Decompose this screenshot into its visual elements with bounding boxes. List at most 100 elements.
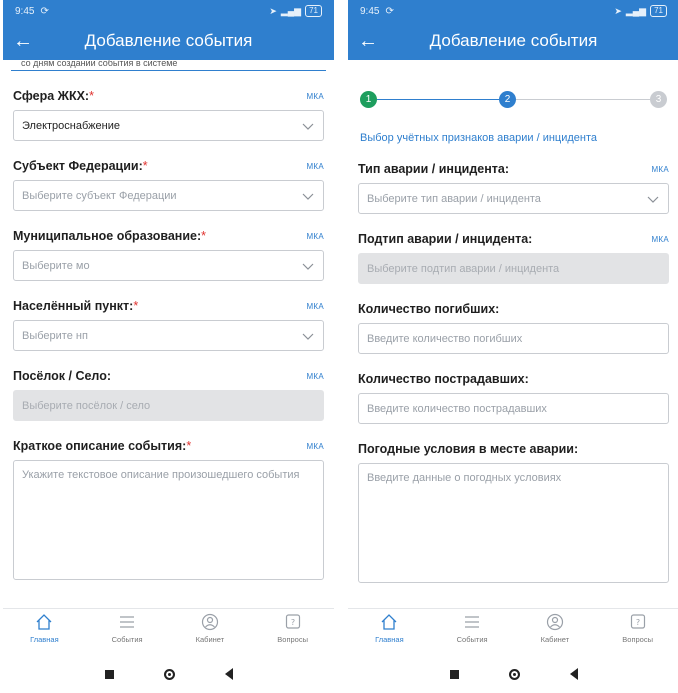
back-arrow-icon[interactable]: ←	[358, 22, 386, 60]
page-title: Добавление события	[84, 31, 253, 50]
sphere-select[interactable]: Электроснабжение	[13, 110, 324, 141]
questions-icon: ?	[630, 614, 645, 629]
required-mark: *	[201, 229, 207, 243]
nav-events[interactable]: События	[92, 613, 162, 644]
dead-count-input[interactable]: Введите количество погибших	[358, 323, 669, 354]
chevron-down-icon	[302, 123, 314, 130]
recent-apps-icon[interactable]	[449, 669, 459, 679]
input-placeholder: Введите количество погибших	[367, 332, 523, 345]
cut-off-text: со дням создании события в системе	[11, 60, 326, 71]
subject-select[interactable]: Выберите субъект Федерации	[13, 180, 324, 211]
textarea-placeholder: Укажите текстовое описание произошедшего…	[22, 469, 300, 481]
battery-icon: 71	[650, 5, 667, 17]
required-mark: *	[89, 89, 94, 103]
municipality-select[interactable]: Выберите мо	[13, 250, 324, 281]
nav-home[interactable]: Главная	[354, 613, 424, 644]
field-label: Сфера ЖКХ:	[13, 89, 90, 103]
field-label: Подтип аварии / инцидента:	[358, 232, 533, 246]
field-label: Погодные условия в месте аварии:	[358, 442, 579, 456]
field-label: Краткое описание события:	[13, 439, 187, 453]
form-content[interactable]: со дням создании события в системе Сфера…	[3, 60, 334, 615]
nav-label: Вопросы	[277, 635, 308, 644]
nav-questions[interactable]: ? Вопросы	[258, 613, 328, 644]
nav-cabinet[interactable]: Кабинет	[175, 613, 245, 644]
step-line-done	[377, 99, 499, 100]
signal-icon: ▂▄▆	[625, 5, 647, 16]
home-icon	[36, 614, 52, 630]
home-button-icon[interactable]	[163, 668, 175, 680]
form-content[interactable]: 1 2 3 Выбор учётных признаков аварии / и…	[348, 60, 678, 615]
select-value: Электроснабжение	[22, 119, 120, 132]
field-label: Количество пострадавших:	[358, 372, 529, 386]
status-bar: 9:45 ⟳ ➤ ▂▄▆ 71	[348, 0, 678, 22]
mka-tag: МКА	[306, 442, 324, 451]
mka-tag: МКА	[651, 235, 669, 244]
nav-home[interactable]: Главная	[9, 613, 79, 644]
nav-label: События	[456, 635, 488, 644]
select-placeholder: Выберите тип аварии / инцидента	[367, 192, 541, 205]
location-icon: ➤	[614, 5, 622, 16]
location-icon: ➤	[269, 5, 277, 16]
description-textarea[interactable]: Укажите текстовое описание произошедшего…	[13, 460, 324, 580]
weather-textarea[interactable]: Введите данные о погодных условиях	[358, 463, 669, 583]
required-mark: *	[133, 299, 139, 313]
home-icon	[381, 614, 397, 630]
profile-icon	[546, 613, 563, 631]
home-button-icon[interactable]	[508, 668, 520, 680]
app-bar: ← Добавление события	[3, 22, 334, 60]
questions-icon: ?	[285, 614, 300, 629]
system-navigation	[348, 655, 678, 693]
nav-label: События	[111, 635, 143, 644]
recent-apps-icon[interactable]	[104, 669, 114, 679]
mka-tag: МКА	[306, 232, 324, 241]
mka-tag: МКА	[306, 92, 324, 101]
mka-tag: МКА	[651, 165, 669, 174]
field-label: Населённый пункт:	[13, 299, 134, 313]
chevron-down-icon	[302, 333, 314, 340]
nav-questions[interactable]: ? Вопросы	[603, 613, 673, 644]
required-mark: *	[186, 439, 192, 453]
section-title: Выбор учётных признаков аварии / инциден…	[360, 132, 598, 144]
profile-icon	[201, 613, 218, 631]
stepper: 1 2 3	[360, 88, 667, 112]
incident-type-select[interactable]: Выберите тип аварии / инцидента	[358, 183, 669, 214]
select-placeholder: Выберите подтип аварии / инцидента	[367, 262, 560, 275]
nav-label: Вопросы	[622, 635, 653, 644]
mka-tag: МКА	[306, 162, 324, 171]
field-label: Субъект Федерации:	[13, 159, 143, 173]
select-placeholder: Выберите субъект Федерации	[22, 189, 177, 202]
field-subject: Субъект Федерации:* МКА Выберите субъект…	[3, 155, 334, 211]
signal-icon: ▂▄▆	[280, 5, 302, 16]
injured-count-input[interactable]: Введите количество пострадавших	[358, 393, 669, 424]
select-placeholder: Выберите нп	[22, 329, 88, 342]
nav-cabinet[interactable]: Кабинет	[520, 613, 590, 644]
bottom-navigation: Главная События Кабинет ? Вопросы	[348, 608, 678, 655]
chevron-down-icon	[647, 196, 659, 203]
field-settlement: Населённый пункт:* МКА Выберите нп	[3, 295, 334, 351]
nav-events[interactable]: События	[437, 613, 507, 644]
field-description: Краткое описание события:* МКА Укажите т…	[3, 435, 334, 580]
system-back-icon[interactable]	[569, 668, 578, 680]
settlement-select[interactable]: Выберите нп	[13, 320, 324, 351]
field-incident-subtype: Подтип аварии / инцидента: МКА Выберите …	[348, 228, 678, 284]
mka-tag: МКА	[306, 302, 324, 311]
step-3-indicator: 3	[650, 91, 667, 108]
field-injured-count: Количество пострадавших: Введите количес…	[348, 368, 678, 424]
step-1-indicator: 1	[360, 91, 377, 108]
field-municipality: Муниципальное образование:* МКА Выберите…	[3, 225, 334, 281]
nav-label: Главная	[30, 635, 59, 644]
bottom-navigation: Главная События Кабинет ? Вопросы	[3, 608, 334, 655]
nav-label: Кабинет	[195, 635, 225, 644]
textarea-placeholder: Введите данные о погодных условиях	[367, 472, 562, 484]
screen-right: 9:45 ⟳ ➤ ▂▄▆ 71 ← Добавление события 1 2…	[348, 0, 678, 693]
back-arrow-icon[interactable]: ←	[13, 22, 41, 60]
field-village: Посёлок / Село: МКА Выберите посёлок / с…	[3, 365, 334, 421]
field-label: Муниципальное образование:	[13, 229, 202, 243]
status-bar: 9:45 ⟳ ➤ ▂▄▆ 71	[3, 0, 334, 22]
mka-tag: МКА	[306, 372, 324, 381]
events-icon	[120, 616, 135, 628]
system-back-icon[interactable]	[224, 668, 233, 680]
sync-icon: ⟳	[40, 5, 49, 17]
chevron-down-icon	[302, 263, 314, 270]
battery-icon: 71	[305, 5, 322, 17]
